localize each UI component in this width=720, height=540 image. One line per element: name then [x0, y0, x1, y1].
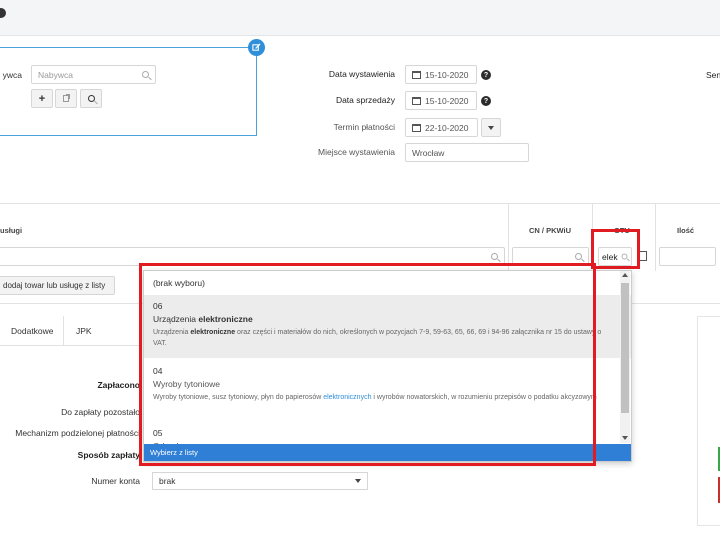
copy-icon [63, 95, 69, 102]
issue-date-label: Data wystawienia [328, 69, 395, 79]
buyer-label: ywca [2, 70, 22, 80]
search-buyer-button[interactable] [80, 89, 102, 108]
buyer-input[interactable]: Nabywca [31, 65, 156, 84]
col-header-name: usługi [0, 226, 23, 235]
remaining-label: Do zapłaty pozostało [61, 407, 140, 417]
summary-panel [697, 316, 720, 526]
place-input[interactable]: Wrocław [405, 143, 529, 162]
account-number-label: Numer konta [91, 476, 140, 486]
payment-term-value: 22-10-2020 [425, 122, 469, 133]
payment-method-label: Sposób zapłaty [77, 450, 140, 460]
sale-date-label: Data sprzedaży [335, 95, 395, 105]
add-from-list-button[interactable]: dodaj towar lub usługę z listy [0, 276, 115, 295]
calendar-icon [412, 96, 421, 105]
account-number-select[interactable]: brak [152, 472, 368, 490]
scroll-up-icon[interactable] [622, 273, 628, 277]
search-icon [575, 253, 582, 260]
caret-down-icon [488, 125, 494, 130]
calendar-icon [412, 70, 421, 79]
search-icon [491, 253, 498, 260]
payment-term-input[interactable]: 22-10-2020 [405, 118, 478, 137]
add-buyer-button[interactable]: + [31, 89, 53, 108]
caret-down-icon [355, 479, 361, 483]
issue-date-input[interactable]: 15-10-2020 [405, 65, 477, 84]
gear-icon[interactable] [0, 8, 6, 18]
gtu-highlight [591, 229, 640, 269]
account-number-value: brak [159, 476, 176, 486]
tab-jpk[interactable]: JPK [76, 326, 92, 336]
place-label: Miejsce wystawienia [318, 147, 395, 157]
help-icon[interactable]: ? [481, 70, 491, 80]
top-bar [0, 0, 720, 36]
list-icon[interactable] [639, 251, 647, 261]
paid-label: Zapłacono [97, 380, 140, 390]
col-divider [508, 203, 509, 271]
scroll-down-icon[interactable] [622, 436, 628, 440]
copy-button[interactable] [55, 89, 77, 108]
right-partial-label: Sen [706, 70, 720, 80]
table-divider-top [0, 203, 720, 204]
dropdown-highlight [139, 263, 596, 466]
sale-date-value: 15-10-2020 [425, 95, 469, 106]
help-icon[interactable]: ? [481, 96, 491, 106]
col-header-cn: CN / PKWiU [529, 226, 572, 235]
search-icon [142, 71, 149, 78]
buyer-placeholder: Nabywca [38, 69, 73, 80]
tab-dodatkowe[interactable]: Dodatkowe [11, 326, 54, 336]
dropdown-scroll-thumb[interactable] [621, 283, 629, 413]
col-header-qty: Ilość [677, 226, 695, 235]
col-divider [655, 203, 656, 271]
payment-term-label: Termin płatności [333, 122, 395, 132]
edit-icon[interactable] [248, 39, 265, 56]
split-payment-label: Mechanizm podzielonej płatności [15, 428, 140, 438]
calendar-icon [412, 123, 421, 132]
search-icon [87, 95, 95, 102]
tab-divider [63, 316, 64, 346]
qty-input[interactable] [659, 247, 716, 266]
sale-date-input[interactable]: 15-10-2020 [405, 91, 477, 110]
issue-date-value: 15-10-2020 [425, 69, 469, 80]
payment-term-dropdown[interactable] [481, 118, 501, 137]
